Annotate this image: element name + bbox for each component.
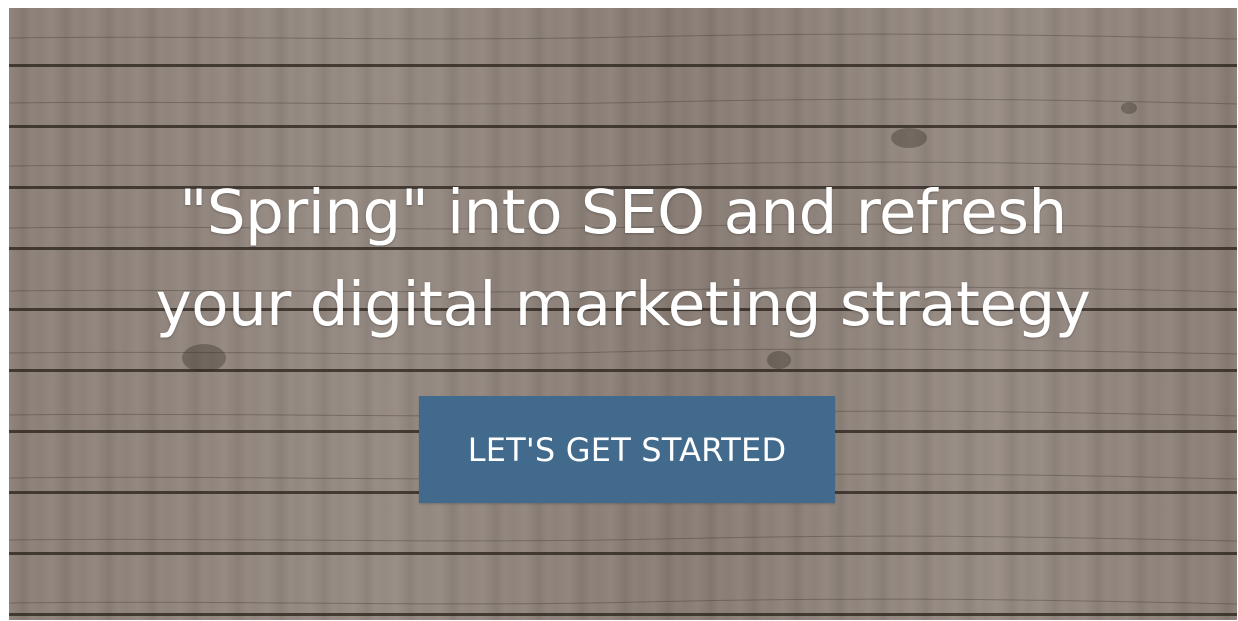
headline-line-2: your digital marketing strategy — [155, 268, 1091, 340]
get-started-button[interactable]: LET'S GET STARTED — [419, 396, 835, 503]
headline-line-1: "Spring" into SEO and refresh — [179, 176, 1067, 248]
hero-headline: "Spring" into SEO and refresh your digit… — [9, 167, 1237, 351]
hero-banner: "Spring" into SEO and refresh your digit… — [9, 8, 1237, 620]
